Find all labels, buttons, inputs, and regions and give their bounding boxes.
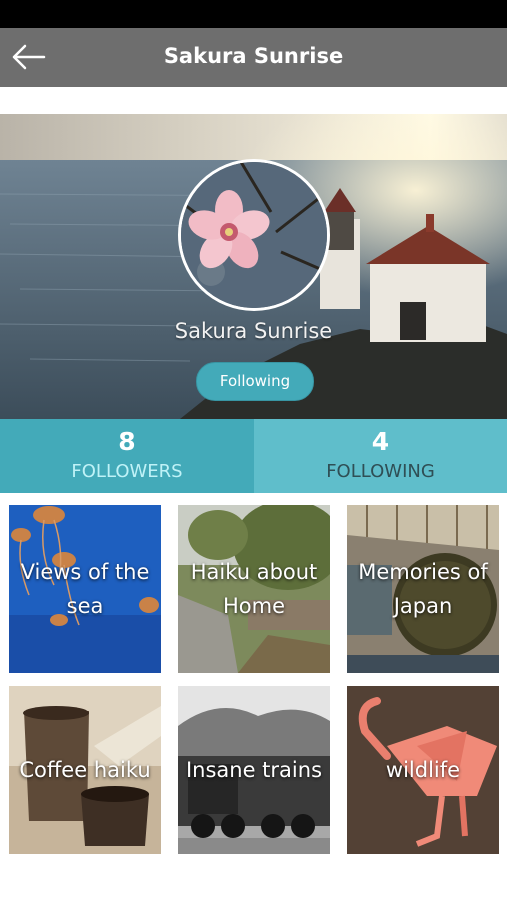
collection-tile-coffee-haiku[interactable]: Coffee haiku xyxy=(9,686,161,854)
stats-bar: 8 FOLLOWERS 4 FOLLOWING xyxy=(0,419,507,493)
status-bar xyxy=(0,0,507,28)
collection-title: Memories of Japan xyxy=(358,560,488,618)
collection-tile-wildlife[interactable]: wildlife xyxy=(347,686,499,854)
followers-stat[interactable]: 8 FOLLOWERS xyxy=(0,419,254,493)
collection-title: Views of the sea xyxy=(20,560,150,618)
following-stat[interactable]: 4 FOLLOWING xyxy=(254,419,507,493)
following-button[interactable]: Following xyxy=(196,362,314,401)
profile-name: Sakura Sunrise xyxy=(174,319,333,343)
followers-label: FOLLOWERS xyxy=(71,461,183,482)
collection-tile-views-of-the-sea[interactable]: Views of the sea xyxy=(9,505,161,673)
cherry-blossom-icon xyxy=(181,162,327,308)
following-label: FOLLOWING xyxy=(326,461,435,482)
following-count: 4 xyxy=(371,427,390,456)
followers-count: 8 xyxy=(118,427,136,456)
collection-tile-memories-of-japan[interactable]: Memories of Japan xyxy=(347,505,499,673)
navigation-bar: Sakura Sunrise xyxy=(0,28,507,87)
collections-grid: Views of the sea Haiku about Home Memori… xyxy=(0,493,507,900)
avatar[interactable] xyxy=(178,159,330,311)
page-title: Sakura Sunrise xyxy=(163,44,344,68)
collection-title: Coffee haiku xyxy=(19,758,151,782)
collection-tile-haiku-about-home[interactable]: Haiku about Home xyxy=(178,505,330,673)
collection-title: Haiku about Home xyxy=(190,560,318,618)
collection-title: Insane trains xyxy=(185,758,323,782)
collection-title: wildlife xyxy=(385,758,461,782)
collection-tile-insane-trains[interactable]: Insane trains xyxy=(178,686,330,854)
profile-cover: Sakura Sunrise Following xyxy=(0,114,507,419)
